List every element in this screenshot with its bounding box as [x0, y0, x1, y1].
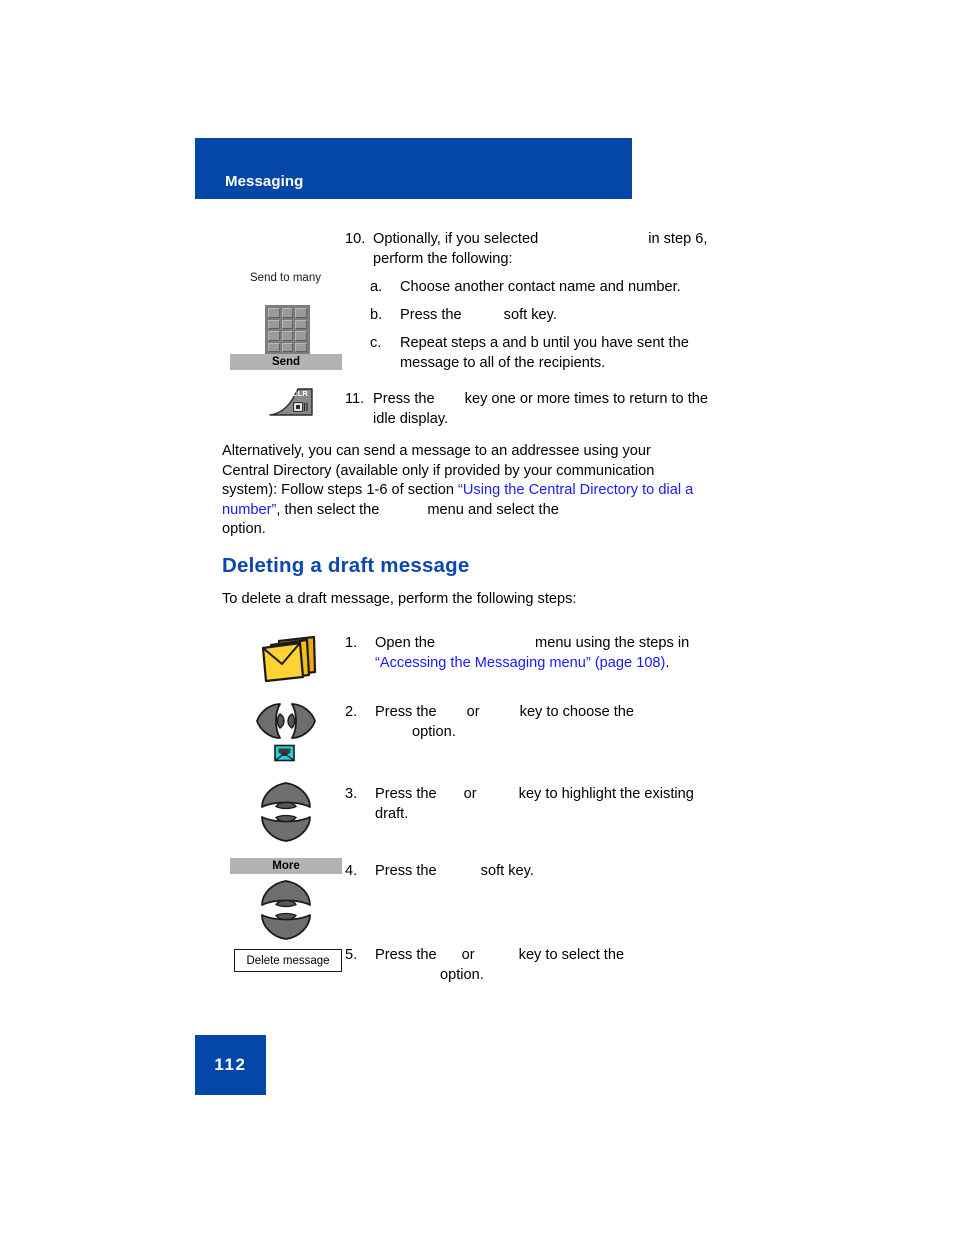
section-heading-deleting-a-draft-message: Deleting a draft message — [222, 554, 470, 577]
delete-step-5: 5. Press the or key to select the option. — [345, 946, 740, 985]
clr-key-icon: CLR — [268, 388, 314, 418]
step-11: 11. Press the key one or more times to re… — [345, 390, 740, 429]
keypad-icon — [265, 305, 310, 355]
delete-step-2-after: key to choose the — [519, 704, 635, 720]
messaging-envelopes-icon — [257, 632, 319, 684]
delete-step-1-number: 1. — [345, 635, 358, 651]
delete-step-4-before: Press the — [375, 863, 437, 879]
step-10-text: Optionally, if you selected in step 6, pe… — [373, 230, 740, 269]
delete-step-4-number: 4. — [345, 863, 358, 879]
keypad-key — [295, 308, 307, 318]
keypad-key — [281, 342, 294, 352]
delete-step-5-text: Press the or key to select the option. — [375, 946, 740, 985]
step-11-line2: idle display. — [373, 410, 449, 427]
step-10: 10. Optionally, if you selected in step 6… — [345, 230, 740, 269]
delete-step-3-mid: or — [463, 786, 477, 802]
delete-step-2-mid: or — [466, 704, 480, 720]
keypad-key — [268, 319, 280, 329]
send-to-many-caption: Send to many — [250, 272, 321, 284]
step-10-number: 10. — [345, 231, 366, 247]
delete-step-5-line2: option. — [440, 966, 484, 983]
delete-step-1: 1. Open the menu using the steps in “Acce… — [345, 634, 740, 673]
substep-b: b. Press the soft key. — [370, 306, 740, 326]
cross-reference-link-accessing-messaging-menu[interactable]: “Accessing the Messaging menu” (page 108… — [375, 655, 665, 671]
step-11-number: 11. — [345, 391, 365, 407]
delete-step-1-before: Open the — [375, 635, 436, 651]
alt-line5: option. — [222, 521, 266, 537]
keypad-key — [268, 342, 280, 352]
clr-key-label: CLR — [291, 389, 308, 398]
inbox-envelope-icon — [274, 744, 295, 762]
keypad-key — [295, 342, 307, 352]
delete-message-menu-box: Delete message — [234, 949, 342, 972]
delete-step-2: 2. Press the or key to choose the option. — [345, 703, 740, 742]
navigation-key-left-right-icon — [252, 700, 320, 747]
substep-a-text: Choose another contact name and number. — [400, 279, 681, 295]
step-10-line1-before: Optionally, if you selected — [373, 231, 539, 247]
document-page: Messaging 10. Optionally, if you selecte… — [0, 0, 954, 1235]
delete-step-3-after: key to highlight the existing — [518, 786, 694, 802]
keypad-key — [268, 331, 280, 341]
delete-step-5-mid: or — [461, 947, 475, 963]
alt-line4-mid: , then select the — [276, 501, 380, 518]
substep-b-marker: b. — [370, 307, 383, 323]
delete-step-2-line2: option. — [412, 723, 456, 740]
page-number-folio: 112 — [195, 1035, 266, 1095]
delete-step-3-text: Press the or key to highlight the existing… — [375, 785, 740, 824]
delete-step-2-number: 2. — [345, 704, 358, 720]
running-header-bar: Messaging — [195, 138, 632, 199]
keypad-key — [268, 308, 280, 318]
alternatively-paragraph: Alternatively, you can send a message to… — [222, 442, 742, 540]
delete-step-5-number: 5. — [345, 947, 358, 963]
delete-step-4: 4. Press the soft key. — [345, 862, 740, 882]
keypad-key — [295, 319, 307, 329]
running-header-title: Messaging — [225, 173, 304, 190]
delete-step-5-after: key to select the — [518, 947, 625, 963]
delete-step-3: 3. Press the or key to highlight the exist… — [345, 785, 740, 824]
substep-a-marker: a. — [370, 279, 383, 295]
delete-step-2-text: Press the or key to choose the option. — [375, 703, 740, 742]
delete-step-3-before: Press the — [375, 786, 437, 802]
substep-b-text: Press the soft key. — [400, 306, 740, 326]
step-10-line2: perform the following: — [373, 250, 513, 267]
substep-c-marker: c. — [370, 335, 382, 351]
delete-step-1-line2-tail: . — [665, 654, 670, 671]
substep-c-text: Repeat steps a and b until you have sent… — [400, 334, 740, 373]
cross-reference-link-central-directory-part2[interactable]: number” — [222, 502, 276, 518]
substep-c-line1: Repeat steps a and b until you have sent… — [400, 335, 689, 351]
keypad-key — [281, 319, 294, 329]
substep-c: c. Repeat steps a and b until you have s… — [370, 334, 740, 373]
keypad-key — [295, 331, 307, 341]
delete-step-5-before: Press the — [375, 947, 437, 963]
substep-a: a. Choose another contact name and numbe… — [370, 278, 740, 298]
delete-step-1-text: Open the menu using the steps in “Accessi… — [375, 634, 740, 673]
delete-step-4-after: soft key. — [480, 863, 534, 879]
delete-step-3-number: 3. — [345, 786, 358, 802]
substep-b-after: soft key. — [503, 307, 557, 323]
keypad-key — [281, 308, 294, 318]
navigation-key-up-down-icon-step5 — [257, 876, 315, 949]
delete-step-1-after: menu using the steps in — [535, 635, 690, 651]
section-intro-text: To delete a draft message, perform the f… — [222, 591, 577, 607]
delete-step-4-text: Press the soft key. — [375, 862, 740, 882]
more-softkey-label: More — [230, 858, 342, 874]
substep-c-line2: message to all of the recipients. — [400, 354, 606, 371]
substep-b-before: Press the — [400, 307, 462, 323]
alt-line2: Central Directory (available only if pro… — [222, 462, 655, 479]
delete-step-2-before: Press the — [375, 704, 437, 720]
send-softkey-label: Send — [230, 354, 342, 370]
clr-key-glyph-icon — [292, 401, 309, 412]
alt-line4-after: menu and select the — [427, 501, 559, 518]
step-11-before: Press the — [373, 391, 435, 407]
alt-line3-before: system): Follow steps 1-6 of section — [222, 482, 459, 498]
step-11-after: key one or more times to return to the — [464, 391, 708, 407]
step-11-text: Press the key one or more times to return… — [373, 390, 740, 429]
alt-line1: Alternatively, you can send a message to… — [222, 443, 651, 459]
keypad-key — [281, 331, 294, 341]
cross-reference-link-central-directory-part1[interactable]: “Using the Central Directory to dial a — [458, 482, 693, 498]
navigation-key-up-down-icon-step3 — [257, 778, 315, 851]
delete-step-3-line2: draft. — [375, 805, 409, 822]
step-10-line1-after: in step 6, — [648, 231, 708, 247]
